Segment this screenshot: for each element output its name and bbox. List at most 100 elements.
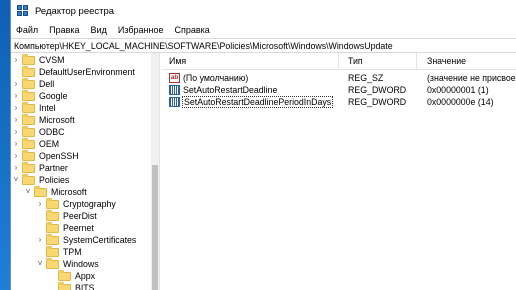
folder-icon	[46, 233, 59, 245]
tree-item[interactable]: PeerDist	[36, 209, 97, 222]
string-value-icon: ab	[169, 73, 180, 83]
tree-item[interactable]: › Partner	[12, 161, 68, 174]
column-header: Имя Тип Значение	[162, 53, 516, 70]
folder-icon	[46, 245, 59, 257]
address-bar[interactable]: Компьютер\HKEY_LOCAL_MACHINE\SOFTWARE\Po…	[11, 38, 516, 53]
folder-icon	[22, 89, 35, 101]
column-header-value[interactable]: Значение	[427, 56, 466, 66]
tree-item-label: Microsoft	[39, 115, 75, 125]
tree-item-label: Dell	[39, 79, 55, 89]
value-row[interactable]: SetAutoRestartDeadline REG_DWORD 0x0000000…	[162, 84, 516, 96]
menu-edit[interactable]: Правка	[49, 25, 79, 35]
tree-item[interactable]: › Dell	[12, 77, 55, 90]
tree-item-label: SystemCertificates	[63, 235, 137, 245]
menu-view[interactable]: Вид	[91, 25, 107, 35]
tree-item[interactable]: › CVSM	[12, 53, 64, 66]
tree-item-label: OEM	[39, 139, 60, 149]
tree-item[interactable]: ˅ Microsoft	[24, 185, 87, 198]
chevron-right-icon[interactable]: ›	[12, 78, 20, 90]
chevron-right-icon[interactable]: ›	[12, 138, 20, 150]
desktop-background	[0, 0, 10, 290]
chevron-right-icon[interactable]: ›	[36, 234, 44, 246]
folder-icon	[58, 269, 71, 281]
value-name: SetAutoRestartDeadlinePeriodInDays	[181, 96, 334, 108]
column-divider[interactable]	[338, 53, 339, 69]
tree-item[interactable]: › Cryptography	[36, 197, 116, 210]
value-name: (По умолчанию)	[183, 73, 249, 83]
address-path[interactable]: Компьютер\HKEY_LOCAL_MACHINE\SOFTWARE\Po…	[14, 41, 393, 51]
menu-favorites[interactable]: Избранное	[118, 25, 164, 35]
value-row[interactable]: SetAutoRestartDeadlinePeriodInDays REG_DW…	[162, 96, 516, 108]
column-header-type[interactable]: Тип	[348, 56, 363, 66]
tree-scrollbar[interactable]	[151, 53, 159, 290]
window-title: Редактор реестра	[35, 5, 115, 17]
value-type: REG_DWORD	[348, 97, 407, 107]
title-bar[interactable]: Редактор реестра	[11, 0, 516, 22]
tree-item-label: TPM	[63, 247, 82, 257]
tree-item-label: DefaultUserEnvironment	[39, 67, 135, 77]
tree-item[interactable]: › OpenSSH	[12, 149, 79, 162]
value-row[interactable]: ab (По умолчанию) REG_SZ (значение не присв…	[162, 72, 516, 84]
tree-item[interactable]: Appx	[48, 269, 96, 282]
tree-item[interactable]: › Intel	[12, 101, 56, 114]
tree-item[interactable]: › SystemCertificates	[36, 233, 137, 246]
tree-item[interactable]: ˅ Windows	[36, 257, 99, 270]
menu-file[interactable]: Файл	[16, 25, 38, 35]
registry-editor-window: Редактор реестра Файл Правка Вид Избранн…	[10, 0, 516, 290]
folder-icon	[46, 257, 59, 269]
folder-icon	[22, 77, 35, 89]
menu-help[interactable]: Справка	[174, 25, 209, 35]
folder-icon	[22, 161, 35, 173]
chevron-right-icon[interactable]: ›	[12, 90, 20, 102]
tree-item[interactable]: TPM	[36, 245, 82, 258]
folder-icon	[22, 149, 35, 161]
folder-icon	[22, 125, 35, 137]
tree-item[interactable]: › Google	[12, 89, 67, 102]
tree-item-label: Partner	[39, 163, 68, 173]
chevron-right-icon[interactable]: ›	[12, 102, 20, 114]
chevron-down-icon[interactable]: ˅	[12, 174, 20, 186]
tree-item-label: ODBC	[39, 127, 65, 137]
folder-icon	[22, 113, 35, 125]
tree-item[interactable]: Peernet	[36, 221, 94, 234]
folder-icon	[58, 281, 71, 290]
column-header-name[interactable]: Имя	[169, 56, 186, 66]
chevron-down-icon[interactable]: ˅	[36, 258, 44, 270]
chevron-right-icon[interactable]: ›	[12, 150, 20, 162]
tree-item[interactable]: ˅ Policies	[12, 173, 70, 186]
tree-scrollbar-thumb[interactable]	[152, 165, 158, 290]
tree-item[interactable]: DefaultUserEnvironment	[12, 65, 135, 78]
value-name: SetAutoRestartDeadline	[183, 85, 278, 95]
tree-item-label: OpenSSH	[39, 151, 79, 161]
tree-item-label: Intel	[39, 103, 56, 113]
folder-icon	[34, 185, 47, 197]
folder-icon	[46, 197, 59, 209]
folder-icon	[46, 209, 59, 221]
chevron-right-icon[interactable]: ›	[12, 114, 20, 126]
tree-item[interactable]: › Microsoft	[12, 113, 75, 126]
chevron-down-icon[interactable]: ˅	[24, 186, 32, 198]
dword-value-icon	[169, 85, 180, 95]
chevron-right-icon[interactable]: ›	[12, 54, 20, 66]
dword-value-icon	[169, 97, 180, 107]
tree-item-label: Appx	[75, 271, 96, 281]
chevron-right-icon[interactable]: ›	[12, 126, 20, 138]
chevron-right-icon[interactable]: ›	[36, 198, 44, 210]
value-data: 0x0000000e (14)	[427, 97, 494, 107]
value-data: (значение не присвоено)	[427, 73, 516, 83]
tree-item[interactable]: › ODBC	[12, 125, 65, 138]
folder-icon	[22, 173, 35, 185]
chevron-right-icon[interactable]: ›	[12, 162, 20, 174]
folder-icon	[22, 53, 35, 65]
value-type: REG_DWORD	[348, 85, 407, 95]
registry-editor-icon	[17, 5, 30, 17]
tree-item[interactable]: BITS	[48, 281, 95, 290]
tree-item-label: Cryptography	[63, 199, 116, 209]
tree-item-label: Windows	[63, 259, 99, 269]
tree-item[interactable]: › OEM	[12, 137, 60, 150]
tree-item-label: PeerDist	[63, 211, 97, 221]
tree-item-label: Microsoft	[51, 187, 87, 197]
column-divider[interactable]	[416, 53, 417, 69]
tree-item-label: Peernet	[63, 223, 94, 233]
tree-item-label: Policies	[39, 175, 70, 185]
